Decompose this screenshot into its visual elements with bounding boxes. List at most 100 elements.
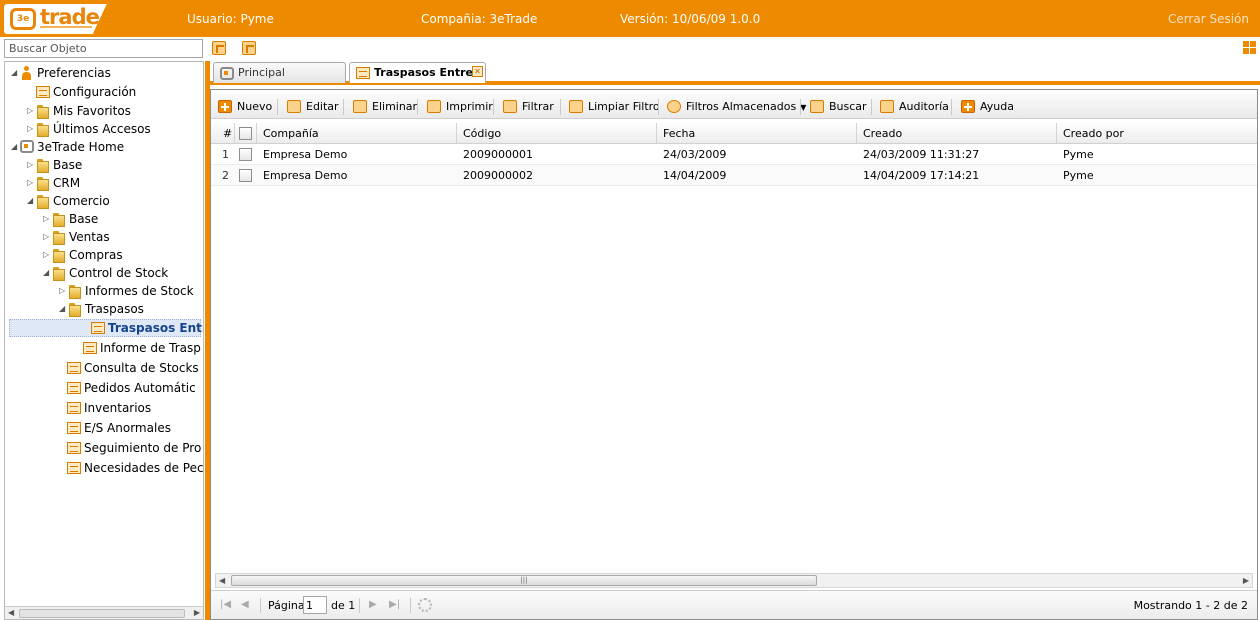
tree-horizontal-scrollbar[interactable]: ◀ ▶ xyxy=(5,606,203,619)
tree-item-seguimiento[interactable]: Seguimiento de Pro xyxy=(67,440,201,458)
list-view-icon[interactable] xyxy=(242,41,256,55)
tree-item-base[interactable]: ▷ Base xyxy=(27,157,82,175)
new-button[interactable]: Nuevo xyxy=(218,99,272,115)
expand-arrow-icon[interactable]: ▷ xyxy=(27,106,36,115)
tree-item-preferencias[interactable]: ◢ Preferencias xyxy=(11,65,111,83)
expand-arrow-icon[interactable]: ▷ xyxy=(59,286,68,295)
grid-horizontal-scrollbar[interactable]: ◀ ||| ▶ xyxy=(215,573,1253,588)
search-icon xyxy=(810,100,824,113)
help-button[interactable]: Ayuda xyxy=(961,99,1014,115)
toolbar-separator xyxy=(658,99,659,115)
expand-arrow-icon[interactable]: ▷ xyxy=(43,214,52,223)
scroll-right-arrow-icon[interactable]: ▶ xyxy=(194,608,200,617)
tab-label: Traspasos Entre xyxy=(374,66,473,79)
last-page-icon[interactable]: ▶| xyxy=(389,599,400,610)
tree-item-favoritos[interactable]: ▷ Mis Favoritos xyxy=(27,103,131,121)
expand-arrow-icon[interactable]: ▷ xyxy=(27,178,36,187)
tree-item-comercio[interactable]: ◢ Comercio xyxy=(27,193,110,211)
first-page-icon[interactable]: |◀ xyxy=(220,599,231,610)
filter-button[interactable]: Filtrar xyxy=(503,99,554,115)
tree-item-inventarios[interactable]: Inventarios xyxy=(67,400,151,418)
scroll-right-arrow-icon[interactable]: ▶ xyxy=(1243,576,1249,585)
tree-item-pedidos-automaticos[interactable]: Pedidos Automátic xyxy=(67,380,196,398)
expand-arrow-icon[interactable]: ◢ xyxy=(11,142,20,151)
expand-arrow-icon[interactable]: ◢ xyxy=(27,196,36,205)
expand-arrow-icon[interactable]: ◢ xyxy=(43,268,52,277)
button-label: Ayuda xyxy=(980,100,1014,113)
tree-item-label: Pedidos Automátic xyxy=(84,380,196,395)
tree-item-control-stock[interactable]: ◢ Control de Stock xyxy=(43,265,168,283)
expand-arrow-icon[interactable]: ▷ xyxy=(43,250,52,259)
previous-page-icon[interactable]: ◀ xyxy=(241,599,249,610)
tree-item-configuracion[interactable]: Configuración xyxy=(27,84,136,102)
cell-company: Empresa Demo xyxy=(263,148,348,161)
maximize-icon[interactable] xyxy=(1243,41,1256,54)
tree-item-traspasos[interactable]: ◢ Traspasos xyxy=(59,301,144,319)
column-header-date[interactable]: Fecha xyxy=(657,123,857,144)
grid-icon xyxy=(67,461,81,474)
scrollbar-thumb[interactable]: ||| xyxy=(231,575,817,586)
column-header-created[interactable]: Creado xyxy=(857,123,1057,144)
expand-arrow-icon[interactable]: ▷ xyxy=(27,160,36,169)
tree-item-label: Informe de Trasp xyxy=(100,340,201,355)
tree-item-crm[interactable]: ▷ CRM xyxy=(27,175,80,193)
audit-button[interactable]: Auditoría xyxy=(880,99,949,115)
page-number-input[interactable] xyxy=(303,596,327,614)
tree-item-label: Informes de Stock xyxy=(85,283,194,298)
tree-item-ultimos-accesos[interactable]: ▷ Últimos Accesos xyxy=(27,121,151,139)
tree-item-informe-traspasos[interactable]: Informe de Trasp xyxy=(83,340,201,358)
expand-arrow-icon[interactable]: ◢ xyxy=(59,304,68,313)
person-icon xyxy=(20,65,34,80)
tree-item-label: 3eTrade Home xyxy=(37,139,125,154)
row-checkbox[interactable] xyxy=(239,169,252,182)
delete-button[interactable]: Eliminar xyxy=(353,99,417,115)
saved-filters-dropdown[interactable]: Filtros Almacenados ▼ xyxy=(667,99,806,115)
collapse-tree-icon[interactable] xyxy=(212,41,226,55)
tree-item-traspasos-entre[interactable]: Traspasos Entr xyxy=(9,319,203,337)
scrollbar-thumb[interactable] xyxy=(19,609,185,618)
print-button[interactable]: Imprimir xyxy=(427,99,493,115)
tree-item-comercio-base[interactable]: ▷ Base xyxy=(43,211,98,229)
clear-filter-button[interactable]: Limpiar Filtro xyxy=(569,99,660,115)
tree-item-es-anormales[interactable]: E/S Anormales xyxy=(67,420,171,438)
tree-item-informes-stock[interactable]: ▷ Informes de Stock xyxy=(59,283,194,301)
plus-icon xyxy=(218,100,232,113)
logo-tagline xyxy=(40,26,92,28)
refresh-icon[interactable] xyxy=(418,598,432,612)
column-header-number[interactable]: # xyxy=(211,123,235,144)
tab-principal[interactable]: Principal xyxy=(213,62,346,83)
button-label: Imprimir xyxy=(446,100,493,113)
search-button[interactable]: Buscar xyxy=(810,99,867,115)
next-page-icon[interactable]: ▶ xyxy=(369,599,377,610)
table-row[interactable]: 2 Empresa Demo 2009000002 14/04/2009 14/… xyxy=(211,165,1257,186)
select-all-checkbox[interactable] xyxy=(239,127,252,140)
scroll-left-arrow-icon[interactable]: ◀ xyxy=(219,576,225,585)
column-header-select[interactable] xyxy=(235,123,257,144)
tree-item-label: Inventarios xyxy=(84,400,152,415)
button-label: Editar xyxy=(306,100,339,113)
table-row[interactable]: 1 Empresa Demo 2009000001 24/03/2009 24/… xyxy=(211,144,1257,165)
scroll-left-arrow-icon[interactable]: ◀ xyxy=(8,608,14,617)
tree-item-3etrade-home[interactable]: ◢ 3eTrade Home xyxy=(11,139,124,157)
expand-arrow-icon[interactable]: ▷ xyxy=(27,124,36,133)
tree-item-compras[interactable]: ▷ Compras xyxy=(43,247,123,265)
logout-link[interactable]: Cerrar Sesión xyxy=(1168,12,1249,26)
column-header-code[interactable]: Código xyxy=(457,123,657,144)
expand-arrow-icon[interactable]: ▷ xyxy=(43,232,52,241)
tree-item-consulta-stocks[interactable]: Consulta de Stocks xyxy=(67,360,199,378)
tree-item-ventas[interactable]: ▷ Ventas xyxy=(43,229,110,247)
column-header-created-by[interactable]: Creado por xyxy=(1057,123,1257,144)
tab-traspasos-entre[interactable]: Traspasos Entre ✕ xyxy=(349,62,486,83)
expand-arrow-icon[interactable]: ◢ xyxy=(11,68,20,77)
search-input[interactable] xyxy=(4,39,203,58)
folder-icon xyxy=(36,122,50,137)
cell-created: 24/03/2009 11:31:27 xyxy=(863,148,980,161)
cell-code: 2009000001 xyxy=(463,148,533,161)
row-checkbox[interactable] xyxy=(239,148,252,161)
edit-button[interactable]: Editar xyxy=(287,99,339,115)
chevron-down-icon: ▼ xyxy=(800,103,807,112)
column-header-company[interactable]: Compañía xyxy=(257,123,457,144)
close-icon[interactable]: ✕ xyxy=(472,66,483,77)
button-label: Eliminar xyxy=(372,100,418,113)
tree-item-necesidades[interactable]: Necesidades de Pec xyxy=(67,460,203,478)
